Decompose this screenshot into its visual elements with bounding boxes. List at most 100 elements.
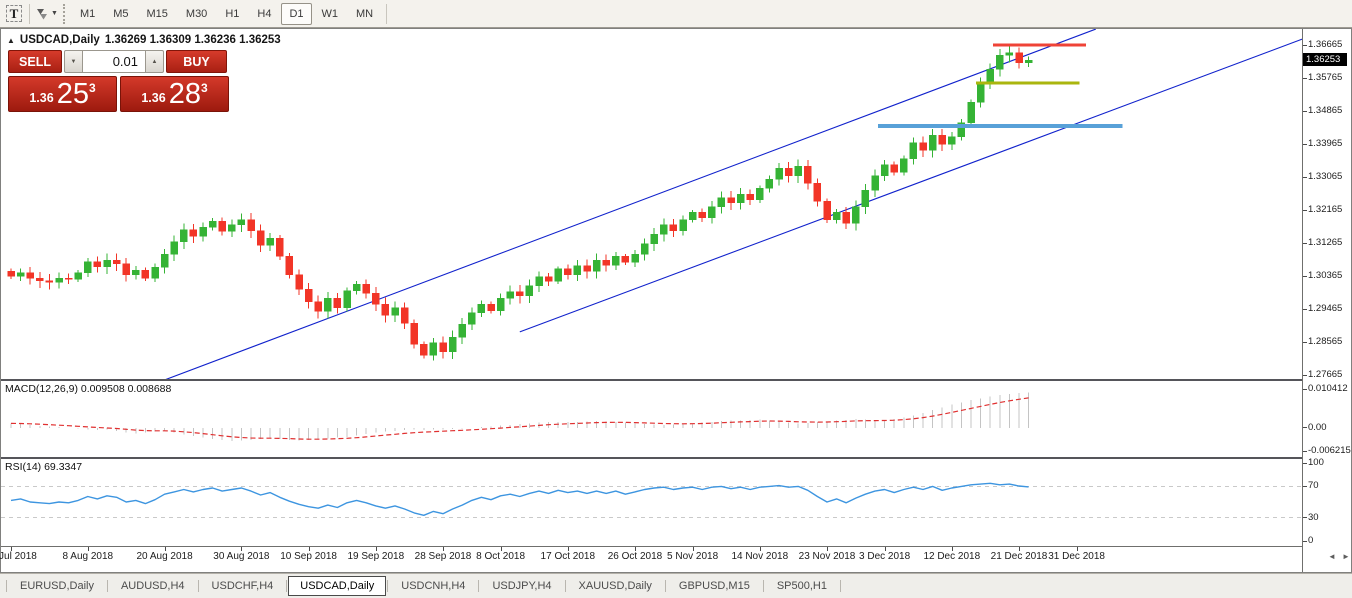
rsi-axis-tick bbox=[1303, 463, 1307, 464]
rsi-axis-label: 30 bbox=[1308, 512, 1319, 523]
sell-button[interactable]: SELL bbox=[8, 50, 62, 73]
timeframe-button-h1[interactable]: H1 bbox=[217, 3, 247, 25]
volume-increase-button[interactable]: ▲ bbox=[145, 50, 164, 73]
timeframe-button-d1[interactable]: D1 bbox=[281, 3, 311, 25]
rsi-axis-tick bbox=[1303, 486, 1307, 487]
price-axis-tick bbox=[1303, 144, 1307, 145]
toolbar-separator bbox=[29, 4, 30, 24]
toolbar-separator bbox=[386, 4, 387, 24]
timeframe-group: M1M5M15M30H1H4D1W1MN bbox=[71, 3, 382, 25]
macd-chart-canvas[interactable] bbox=[1, 381, 1302, 457]
price-axis-tick bbox=[1303, 210, 1307, 211]
timeframe-button-h4[interactable]: H4 bbox=[249, 3, 279, 25]
timeframe-button-m5[interactable]: M5 bbox=[105, 3, 136, 25]
chevron-down-icon[interactable]: ▼ bbox=[51, 10, 58, 17]
text-tool-button[interactable]: T bbox=[3, 3, 25, 25]
tab-usdcad-daily[interactable]: USDCAD,Daily bbox=[288, 576, 386, 596]
date-axis-label: 14 Nov 2018 bbox=[722, 551, 798, 562]
timeframe-button-mn[interactable]: MN bbox=[348, 3, 381, 25]
buy-button[interactable]: BUY bbox=[166, 50, 227, 73]
arrows-tool-icon bbox=[34, 6, 49, 21]
buy-price-pip: 3 bbox=[201, 81, 208, 95]
tab-separator bbox=[665, 580, 666, 592]
text-tool-icon: T bbox=[6, 5, 23, 22]
sell-price-prefix: 1.36 bbox=[29, 91, 53, 105]
macd-pane: MACD(12,26,9) 0.009508 0.008688 bbox=[1, 381, 1302, 457]
price-axis-tick bbox=[1303, 78, 1307, 79]
date-axis-label: 8 Aug 2018 bbox=[50, 551, 126, 562]
tab-separator bbox=[763, 580, 764, 592]
macd-axis-label: 0.010412 bbox=[1308, 383, 1348, 394]
date-axis-label: 17 Oct 2018 bbox=[530, 551, 606, 562]
rsi-chart-canvas[interactable] bbox=[1, 459, 1302, 546]
rsi-axis-tick bbox=[1303, 517, 1307, 518]
price-axis-label: 1.30365 bbox=[1308, 270, 1342, 281]
arrows-tool-button[interactable]: ▼ bbox=[34, 3, 58, 25]
collapse-triangle-icon[interactable]: ▲ bbox=[7, 36, 15, 45]
price-axis-tick bbox=[1303, 309, 1307, 310]
toolbar-grip[interactable] bbox=[63, 4, 66, 24]
chart-tab-bar: EURUSD,DailyAUDUSD,H4USDCHF,H4USDCAD,Dai… bbox=[0, 573, 1352, 598]
macd-axis-tick bbox=[1303, 389, 1307, 390]
tab-sp500-h1[interactable]: SP500,H1 bbox=[765, 576, 839, 596]
macd-label: MACD(12,26,9) 0.009508 0.008688 bbox=[5, 383, 171, 395]
timeframe-button-w1[interactable]: W1 bbox=[314, 3, 347, 25]
tab-separator bbox=[387, 580, 388, 592]
rsi-axis-label: 0 bbox=[1308, 535, 1313, 546]
volume-input[interactable] bbox=[83, 50, 145, 73]
buy-price-prefix: 1.36 bbox=[141, 91, 165, 105]
date-axis-label: 10 Sep 2018 bbox=[271, 551, 347, 562]
tab-eurusd-daily[interactable]: EURUSD,Daily bbox=[8, 576, 106, 596]
tab-separator bbox=[6, 580, 7, 592]
price-axis-tick bbox=[1303, 342, 1307, 343]
rsi-label: RSI(14) 69.3347 bbox=[5, 461, 82, 473]
timeframe-button-m30[interactable]: M30 bbox=[178, 3, 215, 25]
current-price-tag: 1.36253 bbox=[1303, 53, 1347, 66]
macd-axis-tick bbox=[1303, 451, 1307, 452]
macd-axis-tick bbox=[1303, 427, 1307, 428]
tab-separator bbox=[840, 580, 841, 592]
price-axis-label: 1.33065 bbox=[1308, 171, 1342, 182]
tab-usdjpy-h4[interactable]: USDJPY,H4 bbox=[480, 576, 563, 596]
timeframe-button-m15[interactable]: M15 bbox=[139, 3, 176, 25]
tab-gbpusd-m15[interactable]: GBPUSD,M15 bbox=[667, 576, 762, 596]
price-axis-label: 1.34865 bbox=[1308, 105, 1342, 116]
date-axis-label: 31 Dec 2018 bbox=[1039, 551, 1115, 562]
scroll-left-icon[interactable]: ◄ bbox=[1328, 552, 1336, 561]
tab-usdcnh-h4[interactable]: USDCNH,H4 bbox=[389, 576, 477, 596]
sell-price-pip: 3 bbox=[89, 81, 96, 95]
timeframe-button-m1[interactable]: M1 bbox=[72, 3, 103, 25]
scroll-right-icon[interactable]: ► bbox=[1342, 552, 1350, 561]
price-axis-label: 1.36665 bbox=[1308, 39, 1342, 50]
date-axis-label: 30 Aug 2018 bbox=[203, 551, 279, 562]
tab-audusd-h4[interactable]: AUDUSD,H4 bbox=[109, 576, 197, 596]
price-axis-label: 1.35765 bbox=[1308, 72, 1342, 83]
trading-platform-window: T ▼ M1M5M15M30H1H4D1W1MN ▲ USDCAD,Daily … bbox=[0, 0, 1352, 598]
chart-ohlc-values: 1.36269 1.36309 1.36236 1.36253 bbox=[105, 34, 281, 46]
date-axis[interactable]: 27 Jul 20188 Aug 201820 Aug 201830 Aug 2… bbox=[1, 546, 1302, 572]
rsi-axis-label: 100 bbox=[1308, 457, 1324, 468]
tab-separator bbox=[286, 580, 287, 592]
tab-xauusd-daily[interactable]: XAUUSD,Daily bbox=[567, 576, 664, 596]
buy-price-big: 28 bbox=[169, 79, 201, 109]
tab-usdchf-h4[interactable]: USDCHF,H4 bbox=[200, 576, 286, 596]
volume-decrease-button[interactable]: ▼ bbox=[64, 50, 83, 73]
price-axis-tick bbox=[1303, 276, 1307, 277]
buy-price-box[interactable]: 1.36 28 3 bbox=[120, 76, 229, 112]
date-axis-label: 3 Dec 2018 bbox=[847, 551, 923, 562]
price-axis-tick bbox=[1303, 243, 1307, 244]
sell-price-box[interactable]: 1.36 25 3 bbox=[8, 76, 117, 112]
one-click-trade-panel: SELL ▼ ▲ BUY 1.36 25 3 1.36 28 3 bbox=[8, 50, 229, 112]
date-axis-label: 12 Dec 2018 bbox=[914, 551, 990, 562]
price-axis-tick bbox=[1303, 375, 1307, 376]
date-axis-label: 27 Jul 2018 bbox=[0, 551, 49, 562]
tab-separator bbox=[107, 580, 108, 592]
price-axis-label: 1.31265 bbox=[1308, 237, 1342, 248]
price-axis-label: 1.32165 bbox=[1308, 204, 1342, 215]
tab-separator bbox=[198, 580, 199, 592]
rsi-pane: RSI(14) 69.3347 bbox=[1, 459, 1302, 546]
date-axis-label: 19 Sep 2018 bbox=[338, 551, 414, 562]
price-axis-label: 1.33965 bbox=[1308, 138, 1342, 149]
price-scale[interactable]: 1.36253 1.36665 1.35765 1.34865 1.33965 1.33… bbox=[1302, 29, 1351, 572]
chart-window: ▲ USDCAD,Daily 1.36269 1.36309 1.36236 1… bbox=[0, 28, 1352, 573]
